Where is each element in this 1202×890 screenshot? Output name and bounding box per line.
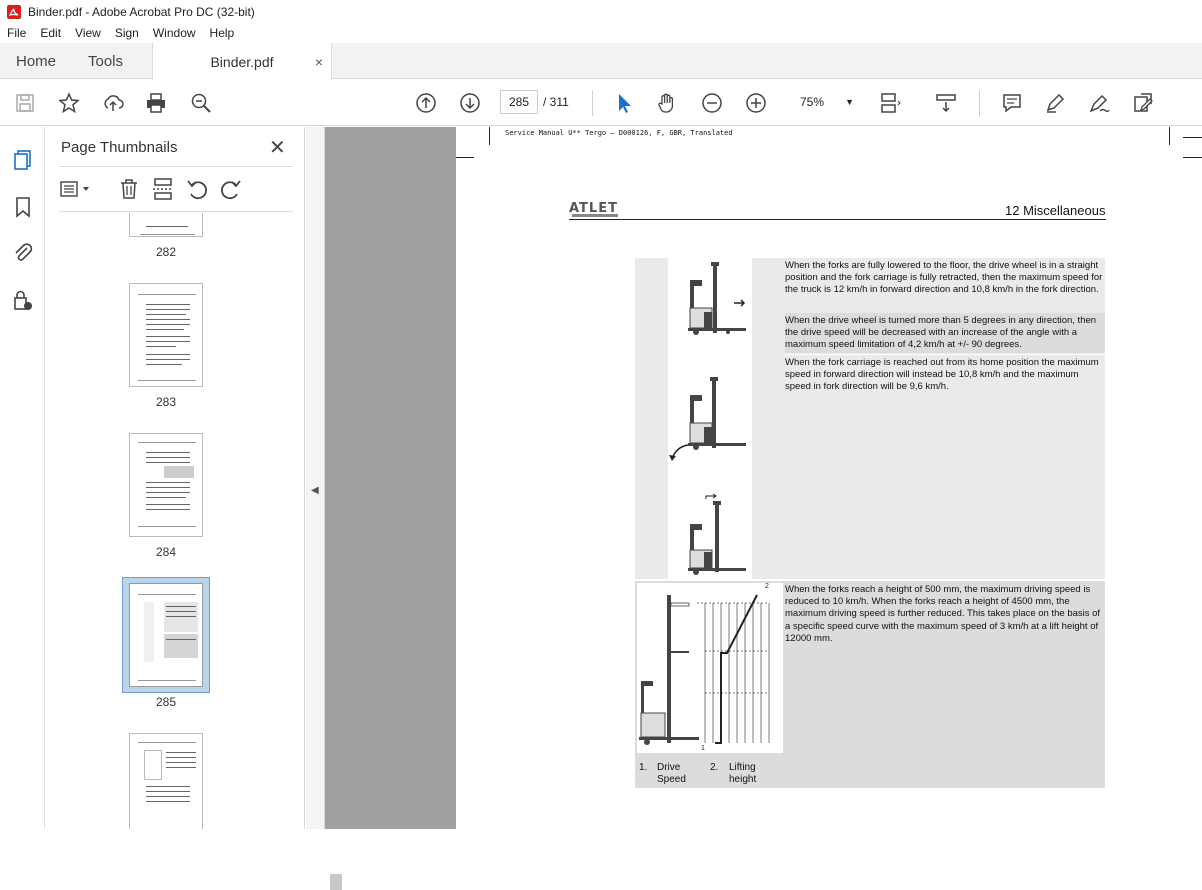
chart-y-mark: 2 (765, 583, 769, 590)
menu-view[interactable]: View (68, 26, 108, 40)
options-menu-icon[interactable] (59, 177, 93, 201)
paragraph-cell: When the forks are fully lowered to the … (785, 260, 1103, 296)
paragraph-cell: When the forks reach a height of 500 mm,… (785, 584, 1101, 644)
upload-icon[interactable] (101, 91, 125, 115)
thumbnail-page-number: 283 (155, 395, 177, 409)
tab-bar: Home Tools Binder.pdf × (0, 43, 1202, 80)
security-lock-icon[interactable] (11, 289, 35, 313)
pdf-page: Service Manual U** Tergo – D000126, F, G… (456, 127, 1202, 829)
thumbnail-page-number: 284 (155, 545, 177, 559)
page-thumbnail[interactable] (129, 433, 203, 537)
thumbnail-toolbar (59, 177, 293, 203)
previous-page-icon[interactable] (414, 91, 438, 115)
page-thumbnails-icon[interactable] (11, 148, 35, 172)
menu-help[interactable]: Help (203, 26, 242, 40)
rotate-left-icon[interactable] (185, 177, 209, 201)
edit-export-icon[interactable] (1131, 91, 1155, 115)
bookmark-star-icon[interactable] (57, 91, 81, 115)
window-title: Binder.pdf - Adobe Acrobat Pro DC (32-bi… (28, 4, 255, 19)
zoom-search-icon[interactable] (189, 91, 213, 115)
menu-window[interactable]: Window (146, 26, 203, 40)
highlight-pen-icon[interactable] (1043, 91, 1067, 115)
extract-page-icon[interactable] (151, 177, 175, 201)
navigation-rail (0, 127, 45, 829)
document-viewer: Service Manual U** Tergo – D000126, F, G… (325, 127, 1202, 829)
divider (59, 211, 293, 212)
legend-number: 1. (639, 762, 648, 773)
toolbar-divider (979, 90, 980, 116)
speed-curve-illustration (639, 594, 770, 745)
bookmarks-icon[interactable] (11, 195, 35, 219)
page-thumbnail[interactable] (129, 213, 203, 237)
rotate-right-icon[interactable] (219, 177, 243, 201)
page-number-input[interactable]: 285 (500, 90, 538, 114)
legend-label: Lifting height (729, 762, 757, 785)
collapse-arrow-icon: ◀ (311, 485, 319, 496)
menu-bar: File Edit View Sign Window Help (0, 23, 1202, 43)
page-total: / 311 (543, 95, 569, 109)
tab-document[interactable]: Binder.pdf × (152, 43, 332, 80)
tab-tools[interactable]: Tools (88, 43, 123, 79)
toolbar-divider (592, 90, 593, 116)
menu-edit[interactable]: Edit (33, 26, 68, 40)
next-page-icon[interactable] (458, 91, 482, 115)
divider (59, 166, 293, 167)
page-thumbnail[interactable] (129, 733, 203, 829)
reach-truck-illustration (688, 262, 746, 335)
reach-truck-extended-illustration (688, 494, 746, 575)
panel-title: Page Thumbnails (61, 139, 178, 156)
thumbnail-page-number: 282 (155, 245, 177, 259)
hand-tool-icon[interactable] (655, 91, 679, 115)
page-thumbnail[interactable] (129, 283, 203, 387)
panel-collapse-handle[interactable]: ◀ (306, 127, 325, 829)
attachments-icon[interactable] (11, 241, 35, 265)
acrobat-app-icon (7, 4, 21, 19)
scrollbar-thumb[interactable] (330, 874, 342, 890)
page-thumbnails-panel: Page Thumbnails ✕ 282 283 284 285 (45, 127, 343, 890)
zoom-value: 75% (800, 95, 825, 109)
print-icon[interactable] (144, 91, 168, 115)
legend-number: 2. (710, 762, 719, 773)
panel-close-icon[interactable]: ✕ (269, 135, 286, 160)
tab-document-label: Binder.pdf (210, 53, 274, 70)
chart-x-mark: 1 (701, 745, 705, 752)
page-thumbnail-selected[interactable] (129, 583, 203, 687)
header-rule (569, 219, 1106, 220)
menu-sign[interactable]: Sign (108, 26, 146, 40)
scroll-mode-icon[interactable] (934, 91, 958, 115)
menu-file[interactable]: File (0, 26, 33, 40)
chapter-heading: 12 Miscellaneous (1005, 203, 1106, 218)
thumbnail-page-number: 285 (155, 695, 177, 709)
zoom-in-icon[interactable] (744, 91, 768, 115)
select-cursor-icon[interactable] (612, 91, 636, 115)
logo-subline (572, 214, 618, 217)
paragraph-cell: When the fork carriage is reached out fr… (785, 357, 1099, 393)
save-icon[interactable] (13, 91, 37, 115)
delete-page-icon[interactable] (117, 177, 141, 201)
title-bar: Binder.pdf - Adobe Acrobat Pro DC (32-bi… (0, 0, 1202, 23)
reach-truck-turning-illustration (669, 377, 746, 461)
paragraph-cell: When the drive wheel is turned more than… (785, 315, 1097, 351)
illustration-cell (668, 258, 752, 579)
sign-pen-icon[interactable] (1087, 91, 1111, 115)
zoom-out-icon[interactable] (700, 91, 724, 115)
tab-home[interactable]: Home (16, 43, 56, 79)
page-header-text: Service Manual U** Tergo – D000126, F, G… (505, 129, 733, 137)
tab-close-icon[interactable]: × (315, 54, 323, 70)
thumbnail-list: 282 283 284 285 (59, 213, 285, 829)
chevron-down-icon: ▼ (845, 97, 854, 107)
legend-label: Drive Speed (657, 762, 686, 785)
speed-curve-figure: 1 2 (637, 583, 783, 753)
comment-icon[interactable] (1000, 91, 1024, 115)
page-fit-icon[interactable] (878, 91, 902, 115)
zoom-select[interactable]: 75% ▼ (790, 90, 860, 114)
